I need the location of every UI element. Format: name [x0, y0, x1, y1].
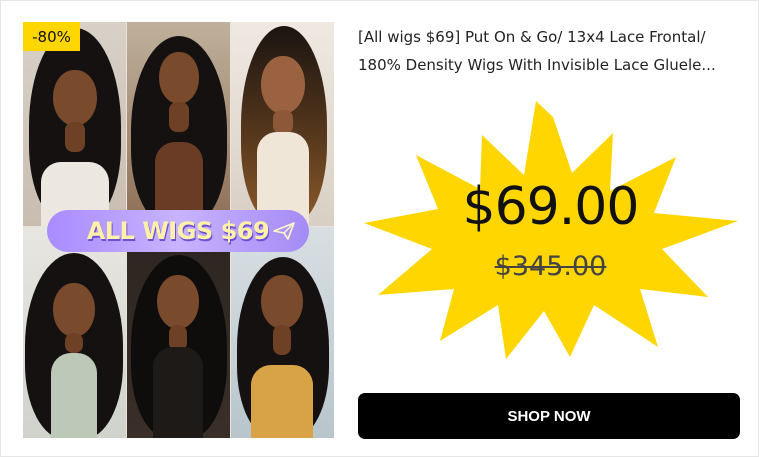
model-photo-5 — [127, 227, 230, 438]
product-card[interactable]: ALL WIGS $69 -80% [All wigs $69] Put On … — [0, 0, 759, 457]
discount-badge: -80% — [23, 22, 80, 51]
model-photo-1 — [23, 22, 126, 226]
model-photo-3 — [231, 22, 334, 226]
sale-price: $69.00 — [462, 177, 640, 237]
promo-banner-text: ALL WIGS $69 — [86, 217, 270, 245]
promo-banner: ALL WIGS $69 — [47, 210, 309, 252]
model-photo-6 — [231, 227, 334, 438]
model-photo-2 — [127, 22, 230, 226]
product-title-line-2[interactable]: 180% Density Wigs With Invisible Lace Gl… — [358, 51, 743, 79]
product-title[interactable]: [All wigs $69] Put On & Go/ 13x4 Lace Fr… — [358, 23, 743, 79]
shop-now-button[interactable]: SHOP NOW — [358, 393, 740, 439]
model-photo-4 — [23, 227, 126, 438]
paper-plane-icon — [273, 222, 295, 244]
product-image-collage[interactable]: ALL WIGS $69 — [23, 22, 334, 438]
product-title-line-1[interactable]: [All wigs $69] Put On & Go/ 13x4 Lace Fr… — [358, 23, 743, 51]
original-price: $345.00 — [494, 251, 607, 282]
